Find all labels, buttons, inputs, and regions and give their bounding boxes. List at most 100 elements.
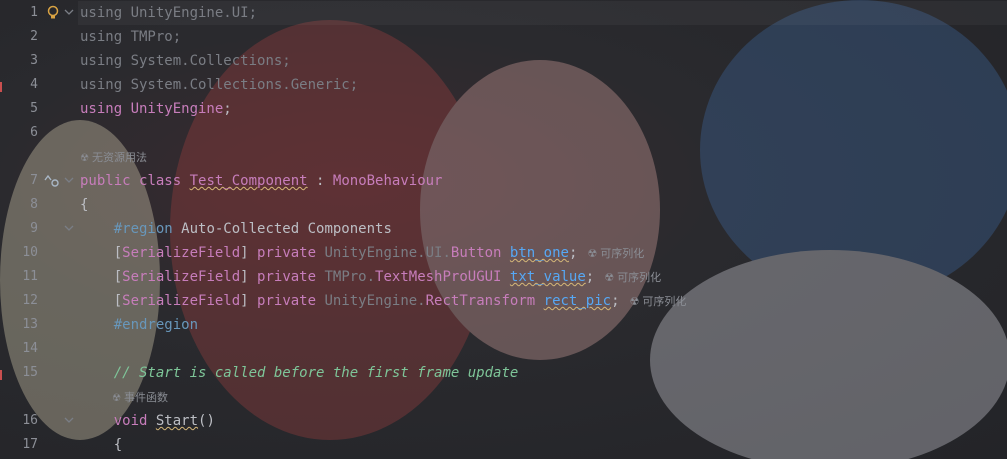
line-number: 7 <box>30 173 38 188</box>
code-line[interactable]: 3 using System.Collections; <box>0 49 1007 73</box>
code-token: ; <box>248 5 258 21</box>
code-token: using <box>80 77 131 93</box>
line-number: 4 <box>30 77 38 92</box>
code-token: ; <box>172 29 182 45</box>
code-token: System.Collections.Generic <box>130 77 350 93</box>
event-function-hint[interactable]: ☢ 事件函数 <box>112 388 168 408</box>
line-number: 3 <box>30 53 38 68</box>
code-token: private <box>257 245 325 261</box>
code-token: [ <box>80 245 123 261</box>
unity-icon: ☢ <box>629 295 640 308</box>
code-token: using <box>80 101 131 117</box>
code-text[interactable]: { <box>80 433 122 457</box>
code-token: Button <box>450 245 502 261</box>
code-token: using <box>80 29 131 45</box>
code-token: System.Collections <box>130 53 283 69</box>
code-text[interactable]: [SerializeField] private UnityEngine.UI.… <box>80 241 645 265</box>
code-line[interactable]: 6 <box>0 121 1007 145</box>
code-text[interactable]: using TMPro; <box>80 25 181 49</box>
serializable-hint-label: 可序列化 <box>642 295 687 308</box>
code-token: ; <box>282 53 291 69</box>
override-gutter-icon[interactable] <box>43 173 61 192</box>
code-token: Start <box>155 413 199 429</box>
chevron-down-icon[interactable] <box>64 223 74 233</box>
code-line[interactable]: 10 [SerializeField] private UnityEngine.… <box>0 241 1007 265</box>
lightbulb-icon[interactable] <box>46 5 60 21</box>
code-line[interactable]: 9 #region Auto-Collected Components <box>0 217 1007 241</box>
code-line[interactable]: 17 { <box>0 433 1007 457</box>
serializable-hint[interactable]: ☢ 可序列化 <box>630 295 687 308</box>
code-text[interactable]: #endregion <box>80 313 198 337</box>
serializable-hint[interactable]: ☢ 可序列化 <box>587 247 644 260</box>
code-token: private <box>257 269 325 285</box>
code-text[interactable]: #region Auto-Collected Components <box>80 217 392 241</box>
code-line[interactable]: 2 using TMPro; <box>0 25 1007 49</box>
code-line[interactable]: 13 #endregion <box>0 313 1007 337</box>
line-number: 8 <box>30 197 38 212</box>
code-line[interactable]: 8{ <box>0 193 1007 217</box>
code-line[interactable]: 14 <box>0 337 1007 361</box>
code-line[interactable]: 11 [SerializeField] private TMPro.TextMe… <box>0 265 1007 289</box>
line-number: 2 <box>30 29 38 44</box>
code-text[interactable]: void Start() <box>80 409 215 433</box>
code-text[interactable]: { <box>80 193 88 217</box>
code-token: class <box>139 173 190 189</box>
code-token: using <box>80 5 131 21</box>
asset-usage-hint[interactable]: ☢ 无资源用法 <box>80 148 147 168</box>
code-line[interactable]: 5 using UnityEngine; <box>0 97 1007 121</box>
code-text[interactable]: using System.Collections.Generic; <box>80 73 358 97</box>
code-token: UnityEngine.UI <box>130 5 249 21</box>
line-number: 5 <box>30 101 38 116</box>
code-token: UnityEngine. <box>324 293 426 309</box>
code-token: ] <box>240 269 258 285</box>
code-line[interactable]: 7 public class Test_Component : MonoBehav… <box>0 169 1007 193</box>
code-text[interactable]: using UnityEngine; <box>80 97 232 121</box>
chevron-down-icon[interactable] <box>64 415 74 425</box>
serializable-hint-label: 可序列化 <box>617 271 662 284</box>
chevron-down-icon[interactable] <box>64 175 74 185</box>
code-text[interactable]: using System.Collections; <box>80 49 291 73</box>
code-text[interactable]: [SerializeField] private TMPro.TextMeshP… <box>80 265 661 289</box>
code-token: [ <box>80 269 123 285</box>
chevron-down-icon[interactable] <box>64 7 74 17</box>
code-token: SerializeField <box>122 245 241 261</box>
code-line[interactable]: 4 using System.Collections.Generic; <box>0 73 1007 97</box>
code-token: { <box>80 437 123 453</box>
code-token: UnityEngine <box>130 101 224 117</box>
code-text[interactable]: using UnityEngine.UI; <box>80 1 257 25</box>
code-token: ; <box>568 245 578 261</box>
serializable-hint[interactable]: ☢ 可序列化 <box>604 271 661 284</box>
code-text[interactable]: public class Test_Component : MonoBehavi… <box>80 169 442 193</box>
unity-icon: ☢ <box>604 271 615 284</box>
line-number: 15 <box>22 365 38 380</box>
code-token: private <box>257 293 325 309</box>
unity-icon: ☢ <box>112 393 121 404</box>
code-token: ] <box>240 245 258 261</box>
code-token: TMPro. <box>324 269 376 285</box>
code-token: ] <box>240 293 258 309</box>
code-line[interactable]: 1 using UnityEngine.UI; <box>0 1 1007 25</box>
code-token: rect_pic <box>543 293 612 309</box>
code-token: SerializeField <box>122 269 241 285</box>
code-line[interactable]: 15 // Start is called before the first f… <box>0 361 1007 385</box>
line-number: 11 <box>22 269 38 284</box>
code-text[interactable]: [SerializeField] private UnityEngine.Rec… <box>80 289 687 313</box>
hint-label: 事件函数 <box>123 391 168 404</box>
line-number: 10 <box>22 245 38 260</box>
unity-icon: ☢ <box>587 247 598 260</box>
line-number: 12 <box>22 293 38 308</box>
code-token: ; <box>223 101 232 117</box>
code-token: // Start is called before the first fram… <box>113 365 519 381</box>
code-token: ; <box>349 77 359 93</box>
code-line[interactable]: 12 [SerializeField] private UnityEngine.… <box>0 289 1007 313</box>
code-line[interactable]: 16 void Start() <box>0 409 1007 433</box>
line-number: 16 <box>22 413 38 428</box>
code-text[interactable]: // Start is called before the first fram… <box>80 361 519 385</box>
line-number: 1 <box>30 5 38 20</box>
code-token: UnityEngine.UI. <box>324 245 451 261</box>
